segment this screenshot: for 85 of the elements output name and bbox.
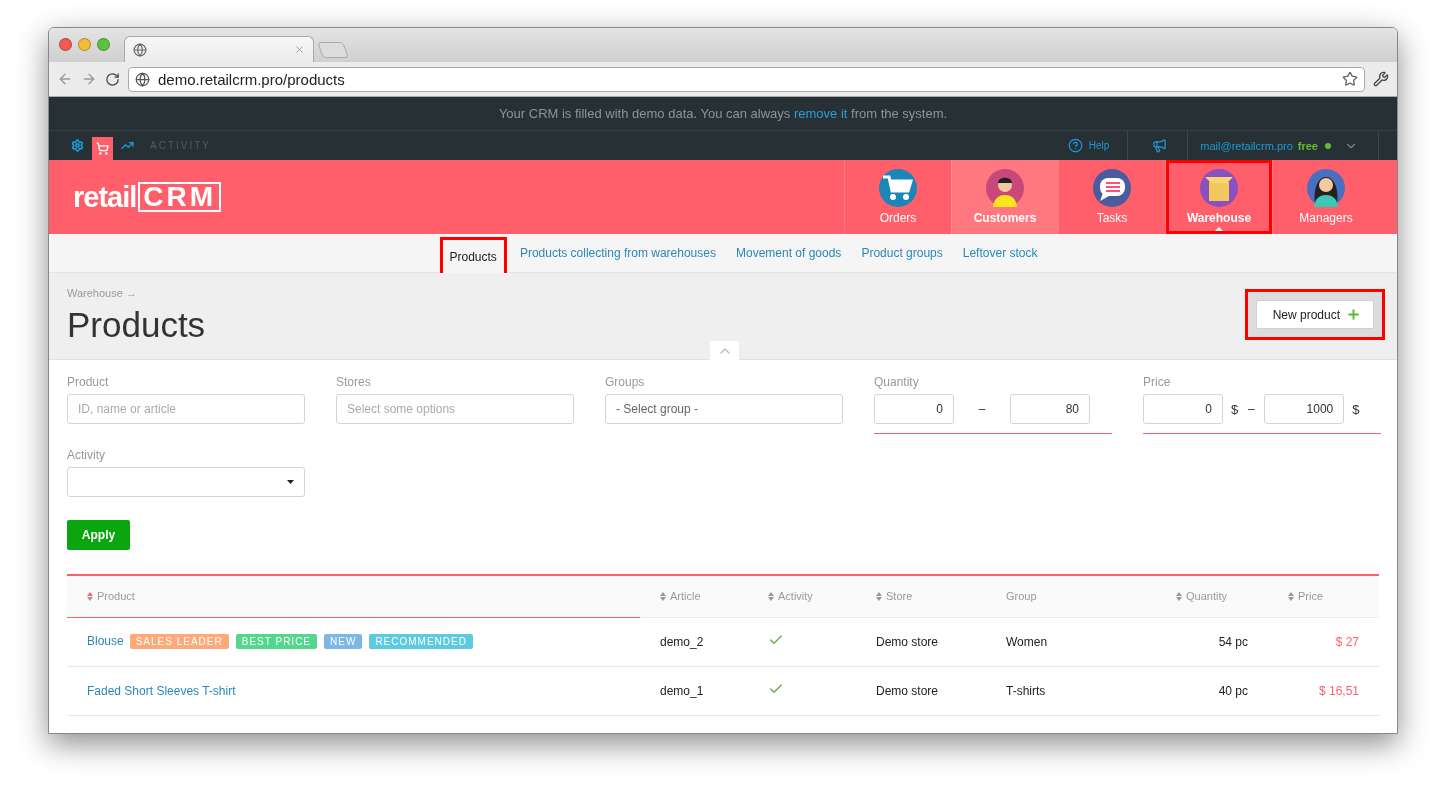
table-cell: $ 16,51 bbox=[1318, 683, 1359, 698]
nav-item[interactable]: Customers bbox=[951, 160, 1058, 234]
table-cell: 40 pc bbox=[1218, 683, 1248, 698]
forward-icon[interactable] bbox=[81, 71, 97, 87]
subnav-tab[interactable]: Movement of goods bbox=[728, 234, 849, 272]
table-cell: demo_2 bbox=[660, 634, 704, 649]
demo-notice: Your CRM is filled with demo data. You can always remove it from the system. bbox=[49, 97, 1397, 131]
new-tab-button[interactable] bbox=[317, 42, 349, 58]
plan-label: free bbox=[1297, 139, 1318, 152]
subnav-tab[interactable]: Products collecting from warehouses bbox=[512, 234, 723, 272]
back-icon[interactable] bbox=[57, 71, 73, 87]
range-dash: – bbox=[977, 402, 987, 416]
product-search-field[interactable]: ID, name or article bbox=[67, 394, 305, 424]
subnav-tab[interactable]: Products bbox=[439, 237, 507, 276]
table-cell: demo_1 bbox=[660, 683, 704, 698]
close-window-button[interactable] bbox=[59, 37, 72, 51]
column-header[interactable]: Article bbox=[660, 590, 701, 602]
product-link[interactable]: Faded Short Sleeves T-shirt bbox=[87, 683, 236, 698]
minimize-window-button[interactable] bbox=[78, 37, 91, 51]
table-cell: 54 pc bbox=[1218, 634, 1248, 649]
stores-field[interactable]: Select some options bbox=[336, 394, 574, 424]
subnav-tab[interactable]: Product groups bbox=[854, 234, 950, 272]
product-tag: NEW bbox=[324, 634, 363, 649]
product-tag: RECOMMENDED bbox=[369, 634, 473, 649]
nav-item[interactable]: Warehouse bbox=[1165, 160, 1272, 234]
column-header[interactable]: Store bbox=[876, 590, 913, 602]
globe-icon bbox=[133, 42, 147, 57]
table-cell: $ 27 bbox=[1335, 634, 1359, 649]
chat-bubble-icon bbox=[1093, 169, 1131, 207]
breadcrumb-link[interactable]: Warehouse → bbox=[67, 287, 206, 299]
column-header[interactable]: Price bbox=[1288, 590, 1324, 602]
address-bar[interactable]: demo.retailcrm.pro/products bbox=[128, 66, 1365, 92]
browser-tab[interactable] bbox=[124, 36, 314, 62]
cart-tool-button[interactable] bbox=[92, 137, 113, 160]
column-header: Group bbox=[1006, 590, 1037, 603]
table-cell: Demo store bbox=[876, 634, 939, 649]
groups-select[interactable]: - Select group - bbox=[605, 394, 843, 424]
currency-label: $ bbox=[1352, 401, 1360, 417]
logo[interactable]: retail CRM bbox=[73, 160, 222, 234]
apply-button[interactable]: Apply bbox=[67, 520, 130, 550]
product-tag: BEST PRICE bbox=[235, 634, 318, 649]
field-label: Activity bbox=[67, 448, 106, 462]
field-label: Product bbox=[67, 375, 110, 389]
product-tag: SALES LEADER bbox=[129, 634, 229, 649]
page-title: Products bbox=[67, 305, 206, 345]
chart-icon bbox=[121, 139, 134, 152]
field-label: Stores bbox=[336, 375, 372, 389]
zoom-window-button[interactable] bbox=[97, 37, 110, 51]
quantity-from-field[interactable]: 0 bbox=[874, 394, 954, 424]
remove-link[interactable]: remove it bbox=[793, 106, 848, 121]
megaphone-icon[interactable] bbox=[1152, 138, 1168, 153]
nav-item[interactable]: Managers bbox=[1272, 160, 1379, 234]
field-label: Groups bbox=[605, 375, 646, 389]
person-avatar-icon bbox=[1307, 169, 1345, 207]
star-icon[interactable] bbox=[1342, 71, 1358, 87]
cart-icon bbox=[879, 169, 917, 207]
globe-icon bbox=[135, 71, 150, 87]
close-icon[interactable] bbox=[294, 44, 305, 55]
column-header[interactable]: Quantity bbox=[1176, 590, 1227, 602]
table-cell: Women bbox=[1006, 634, 1048, 649]
reload-icon[interactable] bbox=[105, 71, 120, 87]
table-cell: T-shirts bbox=[1006, 683, 1046, 698]
gear-icon bbox=[71, 139, 84, 152]
nav-item[interactable]: Tasks bbox=[1058, 160, 1165, 234]
price-from-field[interactable]: 0 bbox=[1143, 394, 1223, 424]
plus-icon bbox=[1346, 307, 1361, 322]
field-label: Quantity bbox=[874, 375, 920, 389]
person-avatar-icon bbox=[986, 169, 1024, 207]
column-header[interactable]: Product bbox=[87, 590, 135, 602]
price-to-field[interactable]: 1000 bbox=[1264, 394, 1345, 424]
product-link[interactable]: Blouse bbox=[87, 634, 124, 648]
table-cell: Demo store bbox=[876, 683, 939, 698]
account-email[interactable]: mail@retailcrm.pro bbox=[1200, 139, 1293, 152]
box-icon bbox=[1200, 169, 1238, 207]
new-product-button[interactable]: New product bbox=[1255, 300, 1374, 329]
field-label: Price bbox=[1143, 375, 1172, 389]
cart-icon bbox=[96, 142, 109, 155]
wrench-icon[interactable] bbox=[1373, 71, 1389, 87]
help-icon bbox=[1067, 138, 1083, 153]
quantity-to-field[interactable]: 80 bbox=[1010, 394, 1090, 424]
currency-label: $ bbox=[1231, 401, 1239, 417]
subnav-tab[interactable]: Leftover stock bbox=[955, 234, 1045, 272]
range-dash: – bbox=[1246, 402, 1256, 416]
column-header[interactable]: Activity bbox=[768, 590, 813, 602]
dropdown-caret-icon bbox=[287, 480, 294, 484]
